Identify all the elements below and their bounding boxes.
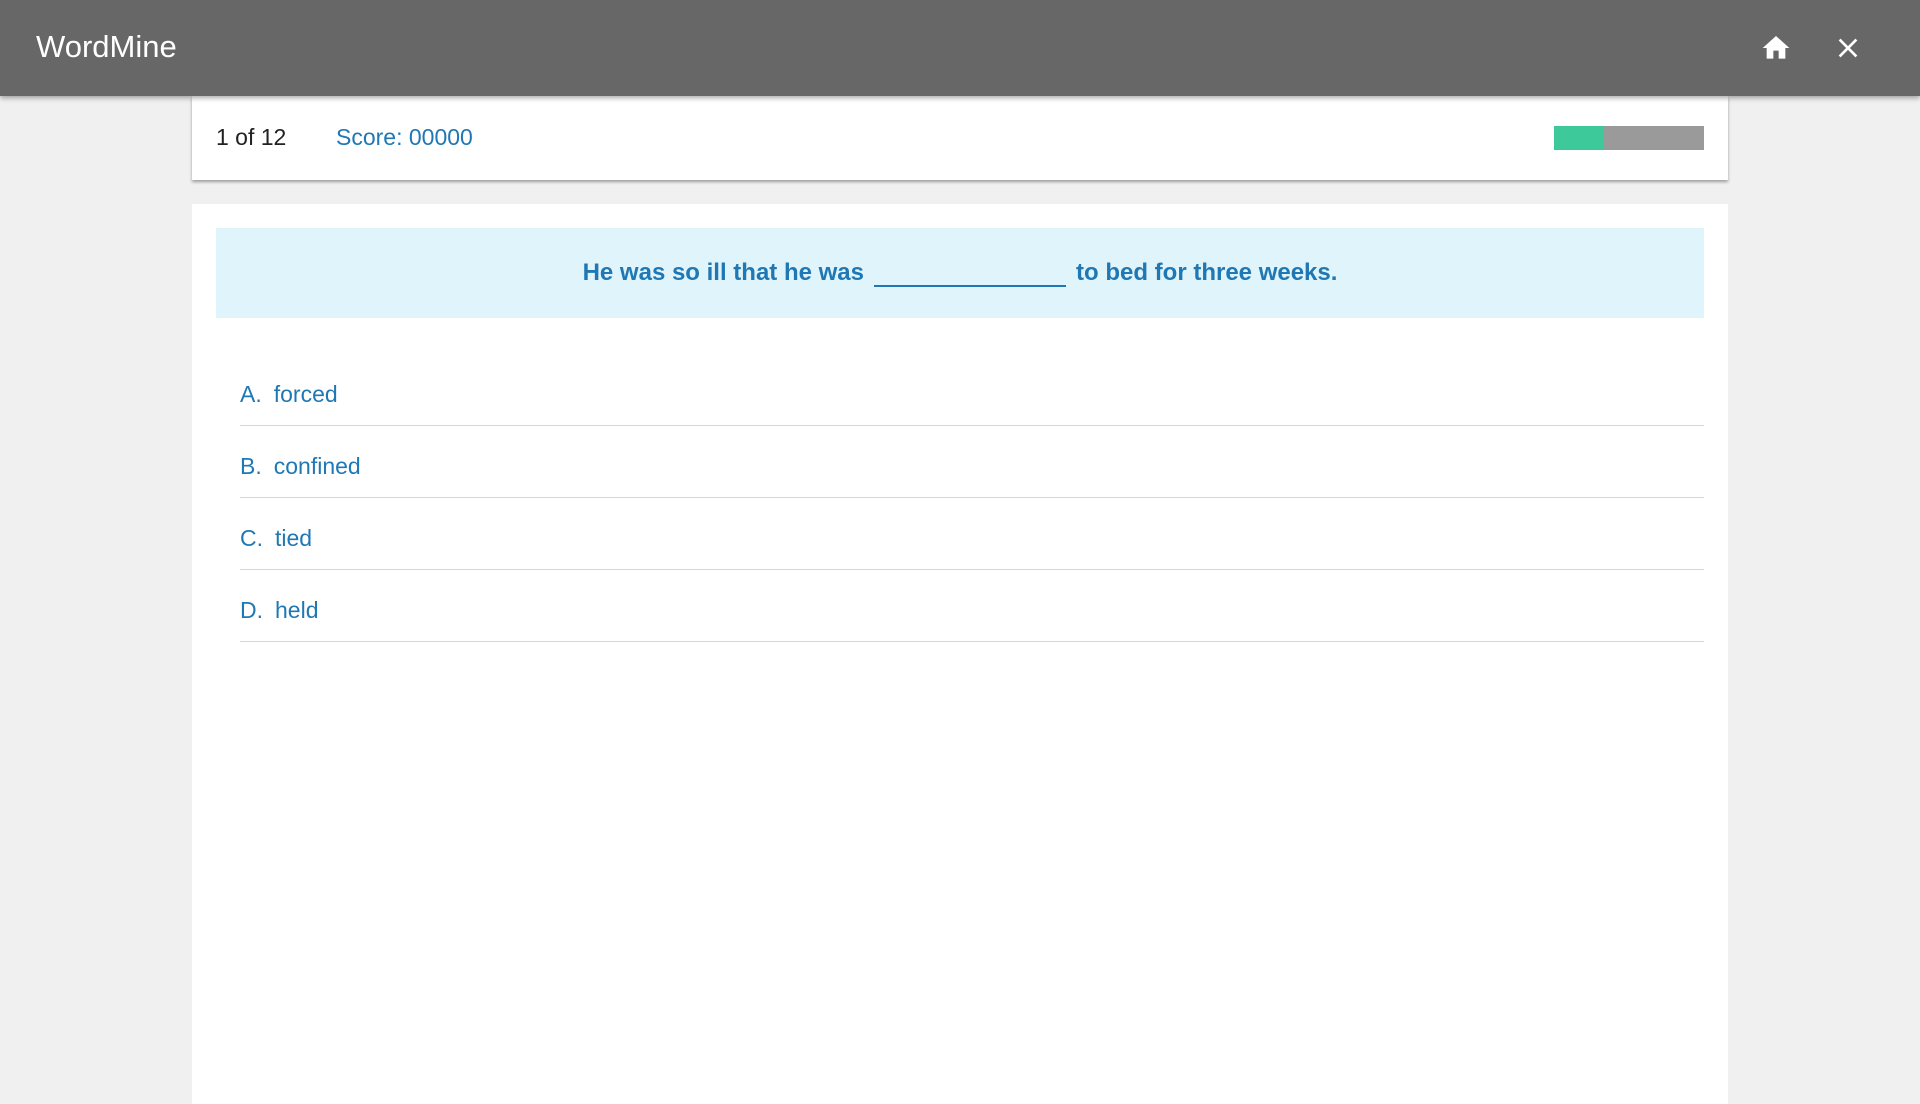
option-letter: C. (240, 525, 263, 551)
prompt-text-before: He was so ill that he was (582, 259, 865, 286)
option-letter: D. (240, 597, 263, 623)
quiz-status-bar: 1 of 12 Score: 00000 (192, 96, 1728, 180)
progress-fill (1554, 126, 1604, 150)
prompt-text-after: to bed for three weeks. (1076, 259, 1338, 286)
option-letter: A. (240, 381, 262, 407)
option-text: tied (275, 525, 313, 551)
app-bar: WordMine (0, 0, 1920, 96)
option-text: held (275, 597, 319, 623)
answer-options: A. forced B. confined C. tied D. held (240, 354, 1704, 642)
option-b[interactable]: B. confined (240, 426, 1704, 498)
option-d[interactable]: D. held (240, 570, 1704, 642)
home-button[interactable] (1752, 24, 1800, 72)
close-icon (1838, 38, 1858, 58)
score-display: Score: 00000 (336, 124, 473, 150)
option-letter: B. (240, 453, 262, 479)
question-prompt: He was so ill that he was to bed for thr… (216, 228, 1704, 318)
home-icon (1762, 36, 1790, 59)
progress-bar (1554, 126, 1704, 150)
option-a[interactable]: A. forced (240, 354, 1704, 426)
option-text: confined (273, 453, 361, 479)
answer-blank (874, 259, 1067, 287)
question-card: He was so ill that he was to bed for thr… (192, 204, 1728, 1104)
option-c[interactable]: C. tied (240, 498, 1704, 570)
close-button[interactable] (1824, 24, 1872, 72)
option-text: forced (273, 381, 338, 407)
question-counter: 1 of 12 (216, 124, 287, 150)
app-title: WordMine (36, 29, 177, 64)
